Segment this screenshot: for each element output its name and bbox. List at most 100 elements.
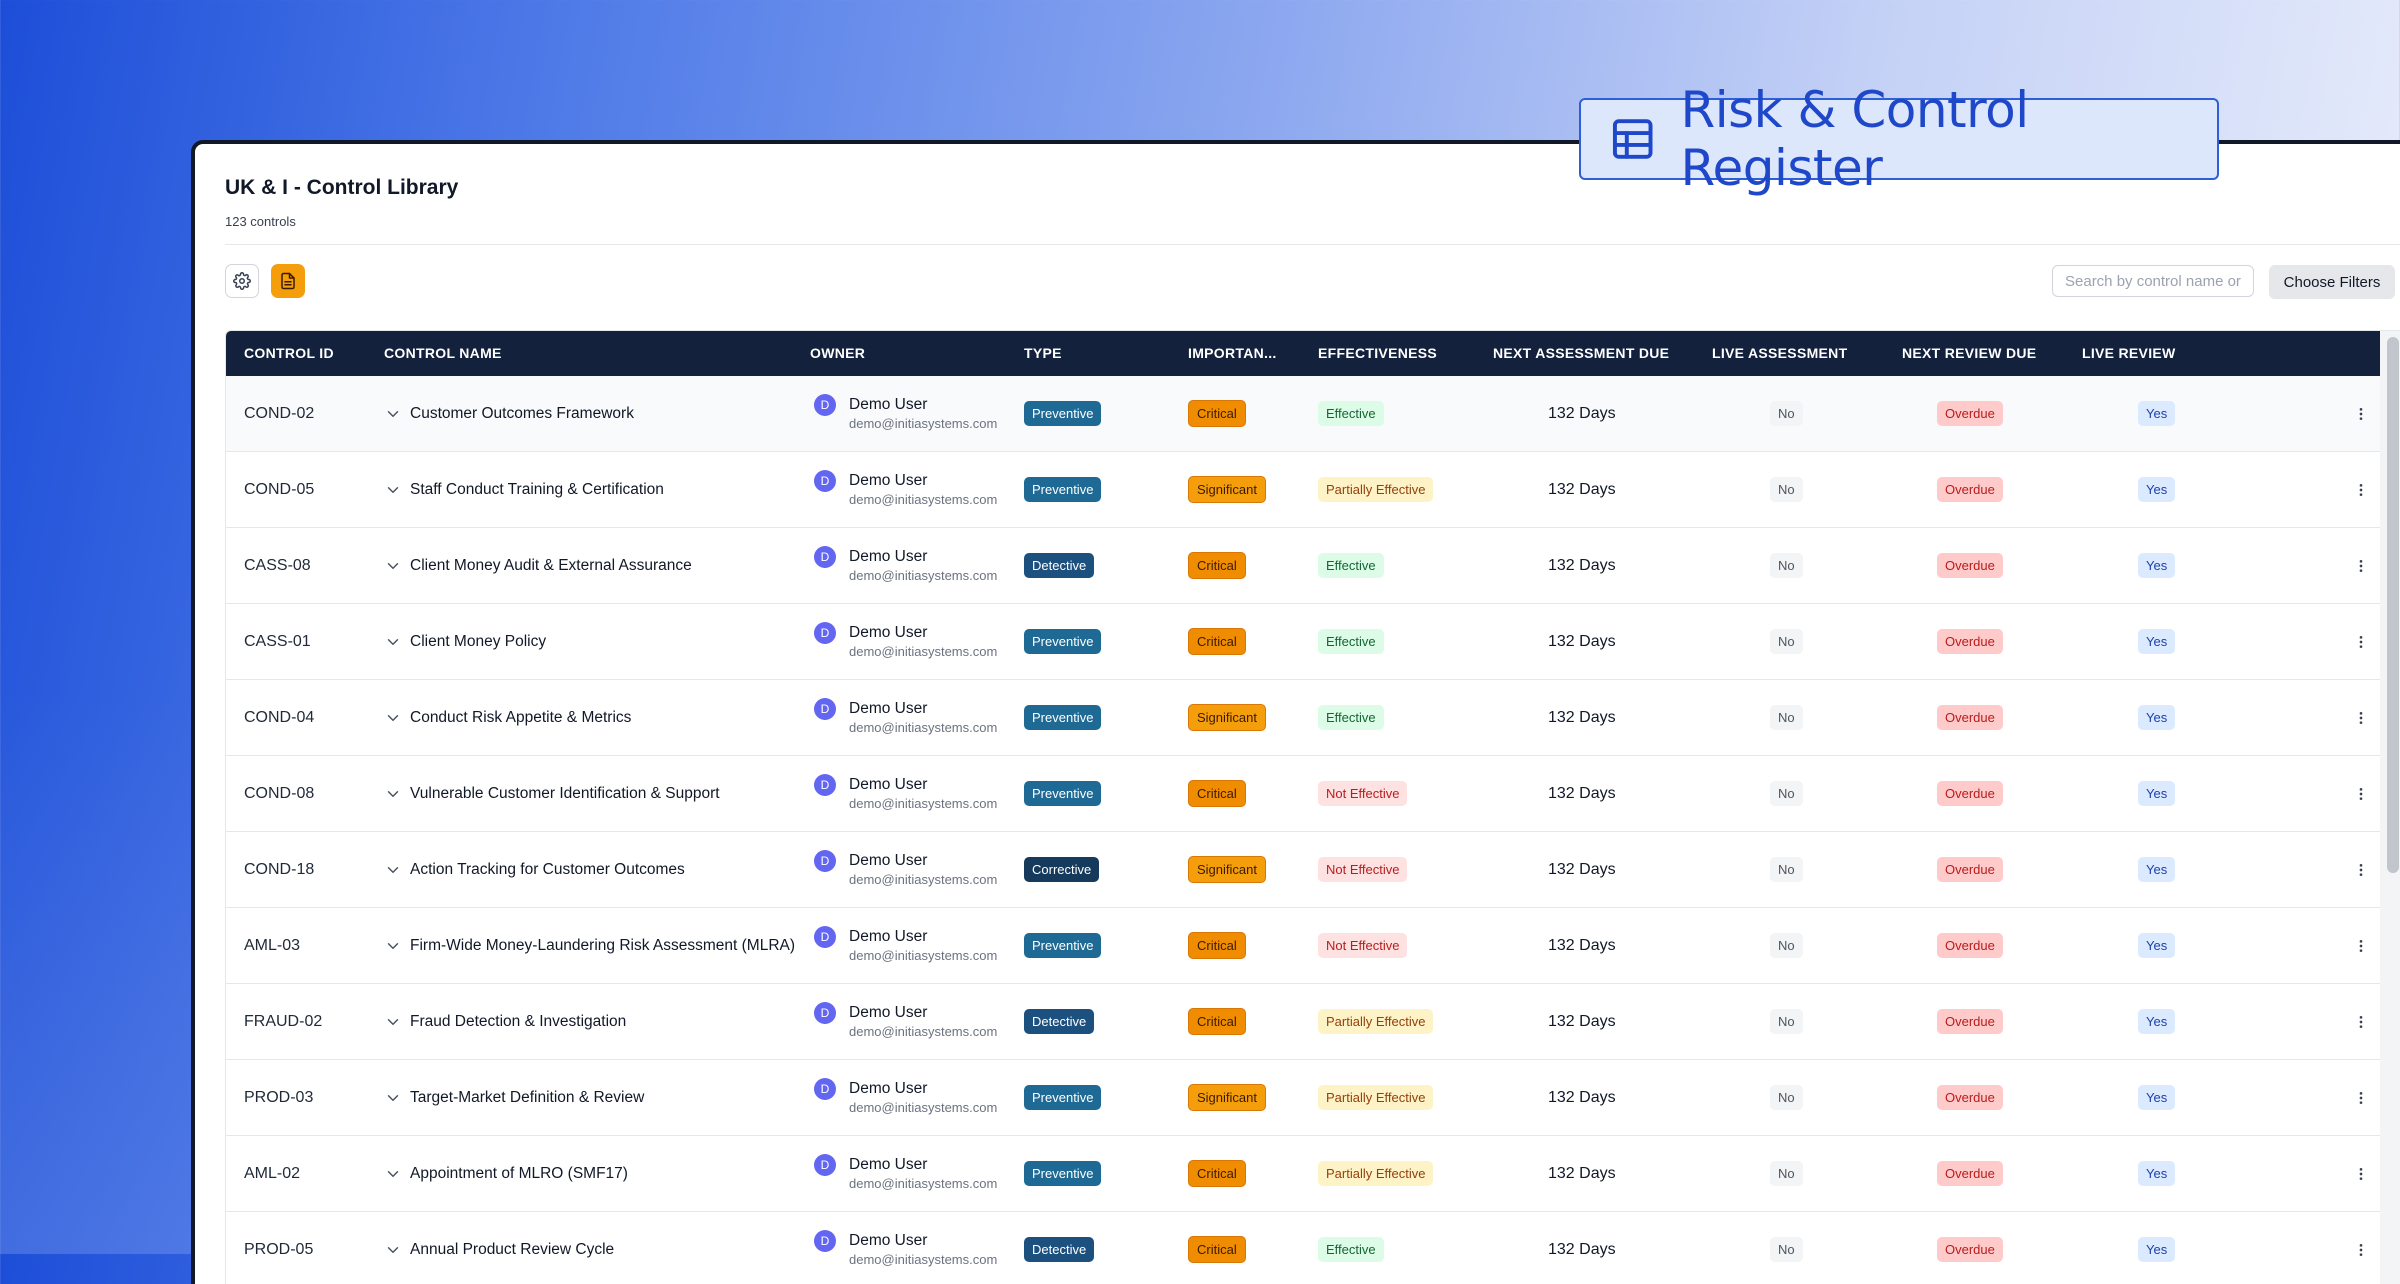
more-vertical-icon[interactable] bbox=[2353, 482, 2369, 498]
control-name[interactable]: Firm-Wide Money-Laundering Risk Assessme… bbox=[410, 937, 795, 955]
more-vertical-icon[interactable] bbox=[2353, 1242, 2369, 1258]
live-assessment-badge: No bbox=[1770, 1237, 1803, 1262]
control-id: AML-02 bbox=[244, 1164, 301, 1182]
table-row[interactable]: FRAUD-02 Fraud Detection & Investigation… bbox=[226, 984, 2380, 1060]
more-vertical-icon[interactable] bbox=[2353, 1090, 2369, 1106]
chevron-down-icon[interactable] bbox=[384, 1241, 402, 1259]
chevron-down-icon[interactable] bbox=[384, 937, 402, 955]
table-row[interactable]: COND-02 Customer Outcomes Framework D De… bbox=[226, 376, 2380, 452]
control-name[interactable]: Vulnerable Customer Identification & Sup… bbox=[410, 785, 720, 803]
row-actions-button[interactable] bbox=[2353, 1136, 2369, 1211]
owner-cell: D Demo User demo@initiasystems.com bbox=[814, 832, 997, 907]
more-vertical-icon[interactable] bbox=[2353, 1166, 2369, 1182]
table-row[interactable]: COND-04 Conduct Risk Appetite & Metrics … bbox=[226, 680, 2380, 756]
more-vertical-icon[interactable] bbox=[2353, 1014, 2369, 1030]
table-row[interactable]: COND-05 Staff Conduct Training & Certifi… bbox=[226, 452, 2380, 528]
row-actions-button[interactable] bbox=[2353, 680, 2369, 755]
chevron-down-icon[interactable] bbox=[384, 709, 402, 727]
column-header-next-review-due[interactable]: NEXT REVIEW DUE bbox=[1902, 345, 2036, 361]
control-name[interactable]: Client Money Policy bbox=[410, 633, 546, 651]
row-actions-button[interactable] bbox=[2353, 1060, 2369, 1135]
row-actions-button[interactable] bbox=[2353, 756, 2369, 831]
scrollbar-thumb[interactable] bbox=[2387, 337, 2399, 873]
chevron-down-icon[interactable] bbox=[384, 405, 402, 423]
control-name[interactable]: Fraud Detection & Investigation bbox=[410, 1013, 626, 1031]
control-name[interactable]: Action Tracking for Customer Outcomes bbox=[410, 861, 685, 879]
control-name[interactable]: Client Money Audit & External Assurance bbox=[410, 557, 692, 575]
control-name[interactable]: Conduct Risk Appetite & Metrics bbox=[410, 709, 631, 727]
control-name-cell[interactable]: Staff Conduct Training & Certification bbox=[384, 452, 664, 527]
row-actions-button[interactable] bbox=[2353, 376, 2369, 451]
more-vertical-icon[interactable] bbox=[2353, 710, 2369, 726]
choose-filters-button[interactable]: Choose Filters bbox=[2269, 265, 2395, 299]
next-review-cell: Overdue bbox=[1937, 680, 2003, 755]
table-row[interactable]: AML-02 Appointment of MLRO (SMF17) D Dem… bbox=[226, 1136, 2380, 1212]
table-scrollbar[interactable] bbox=[2380, 331, 2400, 1284]
table-row[interactable]: PROD-05 Annual Product Review Cycle D De… bbox=[226, 1212, 2380, 1284]
control-name[interactable]: Annual Product Review Cycle bbox=[410, 1241, 614, 1259]
control-name-cell[interactable]: Client Money Policy bbox=[384, 604, 546, 679]
chevron-down-icon[interactable] bbox=[384, 481, 402, 499]
more-vertical-icon[interactable] bbox=[2353, 938, 2369, 954]
control-name-cell[interactable]: Conduct Risk Appetite & Metrics bbox=[384, 680, 631, 755]
more-vertical-icon[interactable] bbox=[2353, 786, 2369, 802]
control-name[interactable]: Appointment of MLRO (SMF17) bbox=[410, 1165, 628, 1183]
chevron-down-icon[interactable] bbox=[384, 861, 402, 879]
row-actions-button[interactable] bbox=[2353, 528, 2369, 603]
column-header-type[interactable]: TYPE bbox=[1024, 345, 1062, 361]
column-header-control-id[interactable]: CONTROL ID bbox=[244, 345, 334, 361]
live-review-badge: Yes bbox=[2138, 1237, 2176, 1262]
more-vertical-icon[interactable] bbox=[2353, 862, 2369, 878]
next-assessment-due: 132 Days bbox=[1548, 860, 1616, 878]
table-row[interactable]: COND-18 Action Tracking for Customer Out… bbox=[226, 832, 2380, 908]
effectiveness-badge: Partially Effective bbox=[1318, 1085, 1434, 1110]
column-header-importance[interactable]: IMPORTAN... bbox=[1188, 345, 1277, 361]
more-vertical-icon[interactable] bbox=[2353, 558, 2369, 574]
table-row[interactable]: COND-08 Vulnerable Customer Identificati… bbox=[226, 756, 2380, 832]
column-header-control-name[interactable]: CONTROL NAME bbox=[384, 345, 502, 361]
more-vertical-icon[interactable] bbox=[2353, 406, 2369, 422]
more-vertical-icon[interactable] bbox=[2353, 634, 2369, 650]
row-actions-button[interactable] bbox=[2353, 604, 2369, 679]
control-name-cell[interactable]: Target-Market Definition & Review bbox=[384, 1060, 644, 1135]
column-header-next-assessment-due[interactable]: NEXT ASSESSMENT DUE bbox=[1493, 345, 1669, 361]
chevron-down-icon[interactable] bbox=[384, 633, 402, 651]
live-review-badge: Yes bbox=[2138, 401, 2176, 426]
live-review-cell: Yes bbox=[2138, 680, 2176, 755]
report-button[interactable] bbox=[271, 264, 305, 298]
chevron-down-icon[interactable] bbox=[384, 1165, 402, 1183]
column-header-live-review[interactable]: LIVE REVIEW bbox=[2082, 345, 2176, 361]
column-header-live-assessment[interactable]: LIVE ASSESSMENT bbox=[1712, 345, 1847, 361]
row-actions-button[interactable] bbox=[2353, 1212, 2369, 1284]
column-header-owner[interactable]: OWNER bbox=[810, 345, 865, 361]
control-name-cell[interactable]: Customer Outcomes Framework bbox=[384, 376, 634, 451]
control-name-cell[interactable]: Firm-Wide Money-Laundering Risk Assessme… bbox=[384, 908, 795, 983]
table-row[interactable]: PROD-03 Target-Market Definition & Revie… bbox=[226, 1060, 2380, 1136]
chevron-down-icon[interactable] bbox=[384, 785, 402, 803]
control-name-cell[interactable]: Client Money Audit & External Assurance bbox=[384, 528, 692, 603]
row-actions-button[interactable] bbox=[2353, 984, 2369, 1059]
control-name-cell[interactable]: Annual Product Review Cycle bbox=[384, 1212, 614, 1284]
column-header-effectiveness[interactable]: EFFECTIVENESS bbox=[1318, 345, 1437, 361]
control-name-cell[interactable]: Appointment of MLRO (SMF17) bbox=[384, 1136, 628, 1211]
live-review-cell: Yes bbox=[2138, 908, 2176, 983]
table-row[interactable]: CASS-08 Client Money Audit & External As… bbox=[226, 528, 2380, 604]
table-row[interactable]: CASS-01 Client Money Policy D Demo User … bbox=[226, 604, 2380, 680]
live-review-cell: Yes bbox=[2138, 528, 2176, 603]
search-input[interactable] bbox=[2052, 265, 2254, 297]
control-name[interactable]: Customer Outcomes Framework bbox=[410, 405, 634, 423]
chevron-down-icon[interactable] bbox=[384, 557, 402, 575]
row-actions-button[interactable] bbox=[2353, 832, 2369, 907]
control-name-cell[interactable]: Action Tracking for Customer Outcomes bbox=[384, 832, 685, 907]
control-id: AML-03 bbox=[244, 936, 301, 954]
control-name[interactable]: Staff Conduct Training & Certification bbox=[410, 481, 664, 499]
row-actions-button[interactable] bbox=[2353, 452, 2369, 527]
control-name-cell[interactable]: Fraud Detection & Investigation bbox=[384, 984, 626, 1059]
control-name-cell[interactable]: Vulnerable Customer Identification & Sup… bbox=[384, 756, 720, 831]
chevron-down-icon[interactable] bbox=[384, 1089, 402, 1107]
chevron-down-icon[interactable] bbox=[384, 1013, 402, 1031]
settings-button[interactable] bbox=[225, 264, 259, 298]
table-row[interactable]: AML-03 Firm-Wide Money-Laundering Risk A… bbox=[226, 908, 2380, 984]
control-name[interactable]: Target-Market Definition & Review bbox=[410, 1089, 644, 1107]
row-actions-button[interactable] bbox=[2353, 908, 2369, 983]
